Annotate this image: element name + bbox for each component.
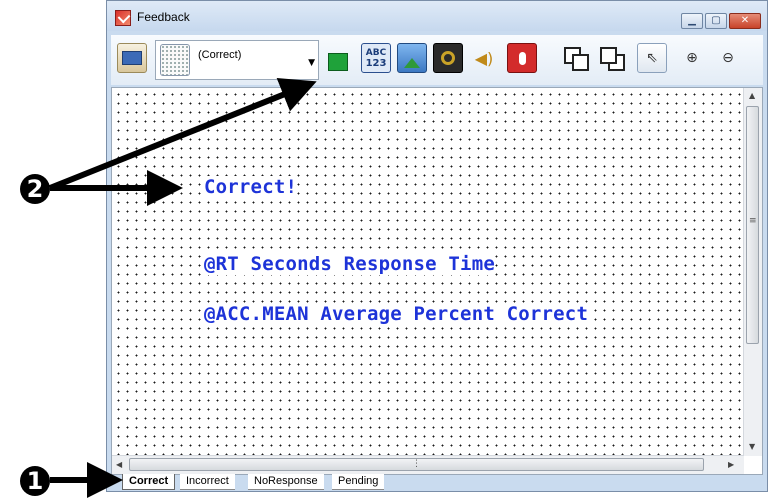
annotation-marker-2: 2	[20, 174, 50, 204]
annotation-marker-1: 1	[20, 466, 50, 496]
arrow-to-add-display	[48, 77, 317, 191]
annotation-arrows	[48, 77, 317, 498]
